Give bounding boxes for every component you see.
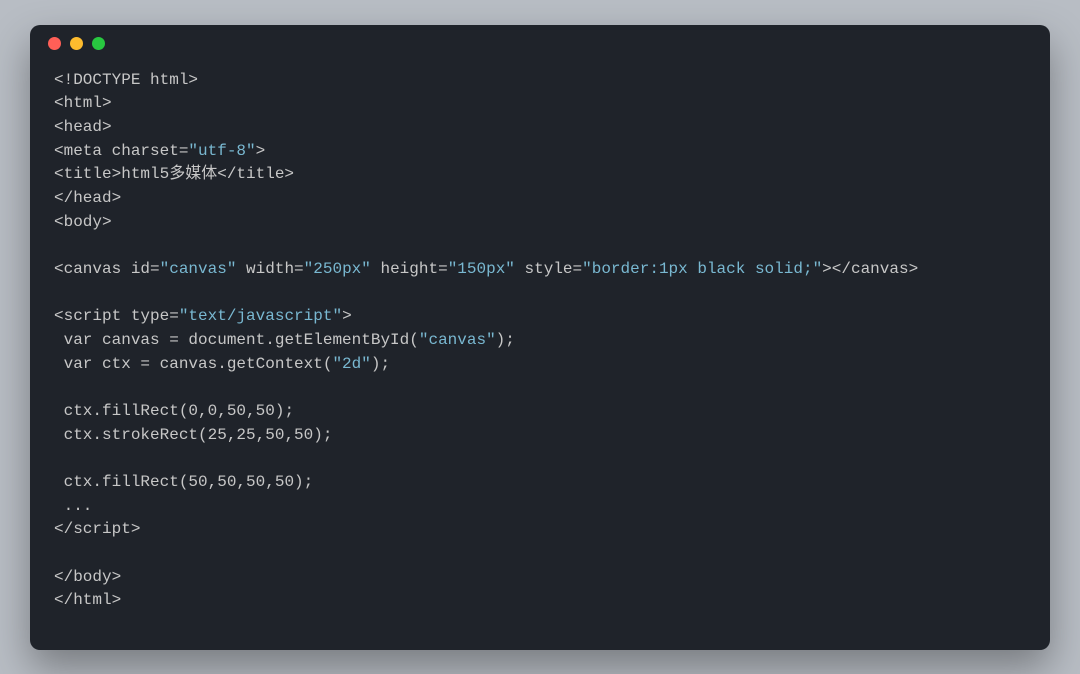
code-line (54, 234, 1026, 258)
code-line: <head> (54, 116, 1026, 140)
minimize-icon[interactable] (70, 37, 83, 50)
code-line: <html> (54, 92, 1026, 116)
window-titlebar (30, 25, 1050, 63)
code-token: "canvas" (160, 260, 237, 278)
code-token: width= (236, 260, 303, 278)
code-token: <meta charset= (54, 142, 188, 160)
code-line: </head> (54, 187, 1026, 211)
code-line: </html> (54, 589, 1026, 613)
code-token: "canvas" (419, 331, 496, 349)
code-token: "border:1px black solid;" (582, 260, 822, 278)
code-token: > (256, 142, 266, 160)
code-token: "250px" (304, 260, 371, 278)
zoom-icon[interactable] (92, 37, 105, 50)
code-line: <title>html5多媒体</title> (54, 163, 1026, 187)
code-token: <script type= (54, 307, 179, 325)
code-line: ... (54, 495, 1026, 519)
code-window: <!DOCTYPE html> <html> <head> <meta charset… (30, 25, 1050, 650)
code-line: var ctx = canvas.getContext("2d"); (54, 353, 1026, 377)
code-token: <body> (54, 213, 112, 231)
code-token: "150px" (448, 260, 515, 278)
code-token: style= (515, 260, 582, 278)
code-token: var ctx = canvas.getContext( (54, 355, 332, 373)
code-line (54, 447, 1026, 471)
code-line: </script> (54, 518, 1026, 542)
code-token: </head> (54, 189, 121, 207)
code-token: <html> (54, 94, 112, 112)
code-token: height= (371, 260, 448, 278)
code-token: "text/javascript" (179, 307, 342, 325)
code-token: </scr (54, 520, 102, 538)
code-token: </html> (54, 591, 121, 609)
code-token: ctx.fillRect(50,50,50,50); (54, 473, 313, 491)
code-line: ctx.strokeRect(25,25,50,50); (54, 424, 1026, 448)
code-token: <head> (54, 118, 112, 136)
code-line (54, 376, 1026, 400)
code-line: <script type="text/javascript"> (54, 305, 1026, 329)
code-token: "2d" (332, 355, 370, 373)
code-token: "utf-8" (188, 142, 255, 160)
code-line (54, 542, 1026, 566)
code-token: <!DOCTYPE html> (54, 71, 198, 89)
code-line: <meta charset="utf-8"> (54, 140, 1026, 164)
code-line (54, 282, 1026, 306)
code-token: <canvas id= (54, 260, 160, 278)
code-token: ... (54, 497, 92, 515)
close-icon[interactable] (48, 37, 61, 50)
code-area[interactable]: <!DOCTYPE html> <html> <head> <meta charset… (30, 63, 1050, 650)
code-token: ipt> (102, 520, 140, 538)
code-token: ></canvas> (822, 260, 918, 278)
code-line: var canvas = document.getElementById("ca… (54, 329, 1026, 353)
code-line: <body> (54, 211, 1026, 235)
code-token: ctx.strokeRect(25,25,50,50); (54, 426, 332, 444)
code-line: ctx.fillRect(50,50,50,50); (54, 471, 1026, 495)
code-token: <title>html5多媒体</title> (54, 165, 294, 183)
code-token: ); (496, 331, 515, 349)
code-token: ); (371, 355, 390, 373)
code-line: ctx.fillRect(0,0,50,50); (54, 400, 1026, 424)
code-token: ctx.fillRect(0,0,50,50); (54, 402, 294, 420)
code-line: <!DOCTYPE html> (54, 69, 1026, 93)
code-token: > (342, 307, 352, 325)
code-line: <canvas id="canvas" width="250px" height… (54, 258, 1026, 282)
code-token: </body> (54, 568, 121, 586)
code-line: </body> (54, 566, 1026, 590)
code-token: var canvas = document.getElementById( (54, 331, 419, 349)
